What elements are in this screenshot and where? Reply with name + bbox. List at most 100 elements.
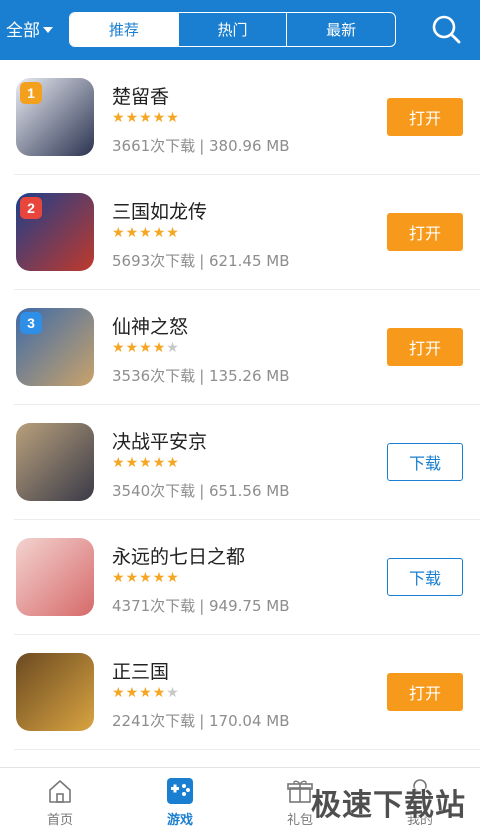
star-icon: ★ [139,340,153,356]
star-icon: ★ [112,570,126,586]
star-rating: ★★★★★ [112,455,180,471]
star-icon: ★ [139,110,153,126]
search-icon[interactable] [430,13,462,45]
file-size: | 651.56 MB [199,482,290,500]
app-name[interactable]: 三国如龙传 [112,197,207,224]
nav-home[interactable]: 首页 [0,768,120,831]
open-button[interactable]: 打开 [387,328,463,366]
star-icon: ★ [139,455,153,471]
download-count: 2241次下载 [112,712,196,730]
star-rating: ★★★★★ [112,570,180,586]
tab-recommended[interactable]: 推荐 [70,13,178,46]
star-icon: ★ [152,455,167,471]
star-icon: ★ [166,685,180,701]
file-size: | 170.04 MB [199,712,290,730]
star-icon: ★ [125,110,140,126]
gift-icon [287,780,313,803]
gamepad-icon [167,778,193,804]
download-button[interactable]: 下载 [387,443,463,481]
download-count: 3661次下载 [112,137,196,155]
app-name[interactable]: 仙神之怒 [112,312,188,339]
rank-badge: 2 [20,197,42,219]
app-list-item[interactable]: 3 仙神之怒 ★★★★★ 3536次下载 | 135.26 MB 打开 [14,290,480,405]
star-icon: ★ [166,455,180,471]
star-icon: ★ [139,570,153,586]
star-icon: ★ [139,225,153,241]
app-meta: 4371次下载 | 949.75 MB [112,595,290,616]
star-icon: ★ [166,110,180,126]
star-icon: ★ [125,570,140,586]
star-icon: ★ [152,685,167,701]
star-icon: ★ [112,455,126,471]
download-count: 5693次下载 [112,252,196,270]
app-list-item[interactable]: 永远的七日之都 ★★★★★ 4371次下载 | 949.75 MB 下载 [14,520,480,635]
nav-gifts-label: 礼包 [286,813,313,828]
nav-games[interactable]: 游戏 [120,768,240,831]
app-icon[interactable] [16,653,94,731]
star-icon: ★ [152,225,167,241]
star-icon: ★ [125,225,140,241]
file-size: | 949.75 MB [199,597,290,615]
star-icon: ★ [112,685,126,701]
app-meta: 3540次下载 | 651.56 MB [112,480,290,501]
star-icon: ★ [152,340,167,356]
open-button[interactable]: 打开 [387,98,463,136]
app-name[interactable]: 永远的七日之都 [112,542,245,569]
app-list-item[interactable]: 正三国 ★★★★★ 2241次下载 | 170.04 MB 打开 [14,635,480,750]
star-icon: ★ [125,455,140,471]
app-list-item[interactable]: 1 楚留香 ★★★★★ 3661次下载 | 380.96 MB 打开 [14,60,480,175]
app-meta: 3661次下载 | 380.96 MB [112,135,290,156]
star-icon: ★ [112,225,126,241]
caret-down-icon [43,26,53,33]
star-icon: ★ [152,570,167,586]
app-name[interactable]: 楚留香 [112,82,169,109]
app-meta: 2241次下载 | 170.04 MB [112,710,290,731]
star-rating: ★★★★★ [112,340,180,356]
app-icon[interactable] [16,423,94,501]
tab-group: 推荐 热门 最新 [69,12,396,47]
star-icon: ★ [112,110,126,126]
category-filter-label: 全部 [6,21,40,41]
app-icon[interactable] [16,538,94,616]
app-list-item[interactable]: 决战平安京 ★★★★★ 3540次下载 | 651.56 MB 下载 [14,405,480,520]
file-size: | 135.26 MB [199,367,290,385]
home-icon [49,780,71,803]
app-name[interactable]: 决战平安京 [112,427,207,454]
open-button[interactable]: 打开 [387,213,463,251]
star-icon: ★ [125,340,140,356]
tab-latest[interactable]: 最新 [286,13,395,46]
download-button[interactable]: 下载 [387,558,463,596]
app-list-item[interactable]: 2 三国如龙传 ★★★★★ 5693次下载 | 621.45 MB 打开 [14,175,480,290]
app-meta: 3536次下载 | 135.26 MB [112,365,290,386]
app-list: 1 楚留香 ★★★★★ 3661次下载 | 380.96 MB 打开 2 三国如龙传 ★★★★★… [0,60,480,767]
download-count: 3540次下载 [112,482,196,500]
app-icon[interactable]: 3 [16,308,94,386]
star-icon: ★ [166,340,180,356]
app-meta: 5693次下载 | 621.45 MB [112,250,290,271]
star-rating: ★★★★★ [112,685,180,701]
rank-badge: 3 [20,312,42,334]
file-size: | 621.45 MB [199,252,290,270]
top-bar: 全部 推荐 热门 最新 [0,0,480,60]
tab-hot[interactable]: 热门 [177,13,287,46]
nav-games-label: 游戏 [166,813,193,828]
star-icon: ★ [112,340,126,356]
app-name[interactable]: 正三国 [112,657,169,684]
star-rating: ★★★★★ [112,225,180,241]
star-icon: ★ [152,110,167,126]
rank-badge: 1 [20,82,42,104]
app-icon[interactable]: 2 [16,193,94,271]
open-button[interactable]: 打开 [387,673,463,711]
app-icon[interactable]: 1 [16,78,94,156]
download-count: 3536次下载 [112,367,196,385]
category-filter[interactable]: 全部 [6,16,53,41]
nav-home-label: 首页 [46,813,73,828]
file-size: | 380.96 MB [199,137,290,155]
star-icon: ★ [139,685,153,701]
watermark: 极速下载站 [311,788,466,823]
star-icon: ★ [125,685,140,701]
star-icon: ★ [166,225,180,241]
download-count: 4371次下载 [112,597,196,615]
star-rating: ★★★★★ [112,110,180,126]
star-icon: ★ [166,570,180,586]
